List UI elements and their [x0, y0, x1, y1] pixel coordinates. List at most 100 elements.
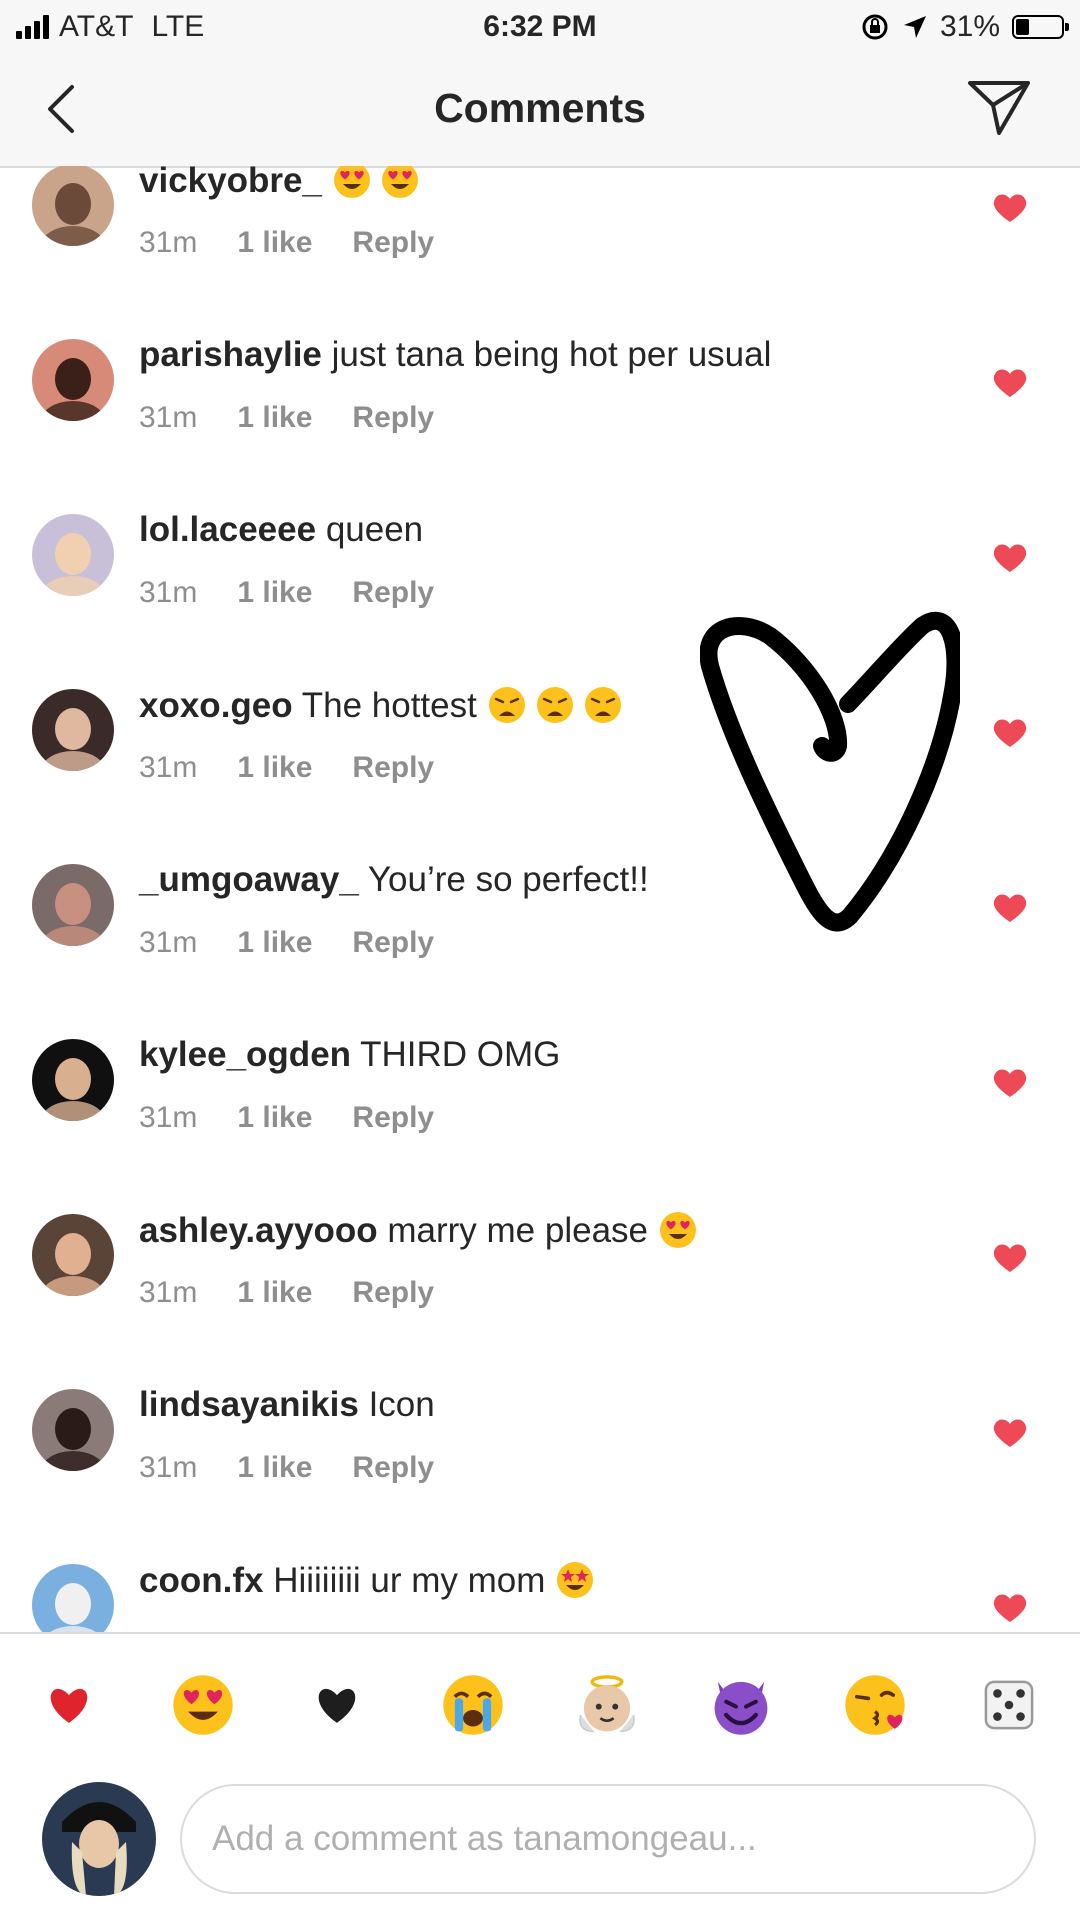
comment-like-count[interactable]: 1 like [237, 1101, 312, 1134]
crying-emoji-icon[interactable] [440, 1672, 506, 1738]
comment-composer [0, 1772, 1080, 1920]
comment-username[interactable]: kylee_ogden [139, 1035, 351, 1074]
comment-meta: 31m 1 like Reply [139, 576, 474, 610]
comment-username[interactable]: coon.fx [139, 1561, 263, 1600]
comment-text: parishaylie just tana being hot per usua… [139, 335, 771, 375]
comment-like-heart-icon[interactable] [992, 717, 1028, 749]
comment-like-heart-icon[interactable] [992, 1592, 1028, 1624]
comment-like-heart-icon[interactable] [992, 1417, 1028, 1449]
comment-body: queen [325, 510, 424, 549]
comment-like-count[interactable]: 1 like [237, 926, 312, 959]
battery-fill [1016, 19, 1029, 35]
comment-username[interactable]: parishaylie [139, 335, 322, 374]
weary-emoji-icon [583, 685, 623, 725]
comment-meta: 31m 1 like Reply [139, 1101, 474, 1135]
reply-button[interactable]: Reply [352, 926, 434, 959]
comment-like-count[interactable]: 1 like [237, 1276, 312, 1309]
reply-button[interactable]: Reply [352, 576, 434, 609]
location-icon [903, 16, 926, 38]
comment-like-heart-icon[interactable] [992, 367, 1028, 399]
comment-like-count[interactable]: 1 like [237, 401, 312, 434]
angel-emoji-icon[interactable] [574, 1672, 640, 1738]
commenter-avatar[interactable] [32, 166, 114, 246]
comment-meta: 31m 1 like Reply [139, 1276, 474, 1310]
commenter-avatar[interactable] [32, 1564, 114, 1632]
comment-like-heart-icon[interactable] [992, 892, 1028, 924]
reply-button[interactable]: Reply [352, 401, 434, 434]
heart-eyes-emoji-icon[interactable] [170, 1672, 236, 1738]
commenter-avatar[interactable] [32, 1389, 114, 1471]
comments-list[interactable]: vickyobre_ 31m 1 like Reply parishaylie jus… [0, 166, 1080, 1632]
nav-header: Comments [0, 55, 1080, 168]
comment-body: marry me please [387, 1211, 649, 1250]
reply-button[interactable]: Reply [352, 1451, 434, 1484]
commenter-avatar[interactable] [32, 864, 114, 946]
comment-text: lindsayanikis Icon [139, 1385, 435, 1425]
page-title: Comments [434, 85, 646, 131]
comment-username[interactable]: lol.laceeee [139, 510, 316, 549]
comment-body: You’re so perfect!! [367, 860, 649, 899]
commenter-avatar[interactable] [32, 339, 114, 421]
commenter-avatar[interactable] [32, 1039, 114, 1121]
comment-meta: 31m 1 like Reply [139, 751, 474, 785]
status-bar: AT&T LTE 6:32 PM 31% [0, 0, 1080, 55]
comment-like-count[interactable]: 1 like [237, 576, 312, 609]
comment-body: Icon [368, 1385, 435, 1424]
comment-username[interactable]: vickyobre_ [139, 166, 322, 200]
comment-body: just tana being hot per usual [331, 335, 772, 374]
black-heart-emoji-icon[interactable] [304, 1672, 370, 1738]
heart-eyes-emoji-icon [658, 1210, 698, 1250]
comment-like-heart-icon[interactable] [992, 542, 1028, 574]
weary-emoji-icon [535, 685, 575, 725]
comment-meta: 31m 1 like Reply [139, 401, 474, 435]
commenter-avatar[interactable] [32, 514, 114, 596]
comment-row: _umgoaway_ You’re so perfect!! 31m 1 like R… [0, 856, 1080, 1031]
reply-button[interactable]: Reply [352, 1101, 434, 1134]
dice-emoji-icon[interactable] [976, 1672, 1042, 1738]
reply-button[interactable]: Reply [352, 226, 434, 259]
comment-like-heart-icon[interactable] [992, 192, 1028, 224]
reply-button[interactable]: Reply [352, 751, 434, 784]
comment-like-count[interactable]: 1 like [237, 226, 312, 259]
comment-row: coon.fx Hiiiiiiii ur my mom [0, 1556, 1080, 1632]
comment-timestamp: 31m [139, 576, 198, 609]
comment-row: lindsayanikis Icon 31m 1 like Reply [0, 1381, 1080, 1556]
red-heart-emoji-icon[interactable] [36, 1672, 102, 1738]
comment-username[interactable]: lindsayanikis [139, 1385, 359, 1424]
orientation-lock-icon [862, 14, 888, 40]
comment-timestamp: 31m [139, 1276, 198, 1309]
comment-like-count[interactable]: 1 like [237, 1451, 312, 1484]
comment-row: vickyobre_ 31m 1 like Reply [0, 166, 1080, 331]
smiling-devil-emoji-icon[interactable] [708, 1672, 774, 1738]
reply-button[interactable]: Reply [352, 1276, 434, 1309]
comment-like-heart-icon[interactable] [992, 1067, 1028, 1099]
comment-timestamp: 31m [139, 1451, 198, 1484]
comment-username[interactable]: xoxo.geo [139, 686, 293, 725]
comment-like-heart-icon[interactable] [992, 1242, 1028, 1274]
comment-text: coon.fx Hiiiiiiii ur my mom [139, 1560, 603, 1601]
quick-emoji-bar [0, 1632, 1080, 1774]
comment-row: lol.laceeee queen 31m 1 like Reply [0, 506, 1080, 681]
comment-timestamp: 31m [139, 926, 198, 959]
comment-text: vickyobre_ [139, 166, 428, 201]
battery-icon [1012, 15, 1069, 39]
direct-send-icon[interactable] [966, 77, 1032, 139]
comment-username[interactable]: _umgoaway_ [139, 860, 359, 899]
commenter-avatar[interactable] [32, 1214, 114, 1296]
commenter-avatar[interactable] [32, 689, 114, 771]
comment-like-count[interactable]: 1 like [237, 751, 312, 784]
comment-timestamp: 31m [139, 751, 198, 784]
comment-text: kylee_ogden THIRD OMG [139, 1035, 560, 1075]
comment-row: ashley.ayyooo marry me please 31m 1 like R… [0, 1206, 1080, 1381]
status-icons: 31% [860, 10, 1069, 44]
comment-text: lol.laceeee queen [139, 510, 423, 550]
comment-body: THIRD OMG [360, 1035, 561, 1074]
comment-meta: 31m 1 like Reply [139, 226, 474, 260]
kissing-heart-emoji-icon[interactable] [842, 1672, 908, 1738]
comment-meta: 31m 1 like Reply [139, 1451, 474, 1485]
comment-text: xoxo.geo The hottest [139, 685, 631, 726]
comment-timestamp: 31m [139, 401, 198, 434]
comment-input[interactable] [180, 1784, 1036, 1894]
comment-body: Hiiiiiiii ur my mom [273, 1561, 546, 1600]
comment-username[interactable]: ashley.ayyooo [139, 1211, 378, 1250]
